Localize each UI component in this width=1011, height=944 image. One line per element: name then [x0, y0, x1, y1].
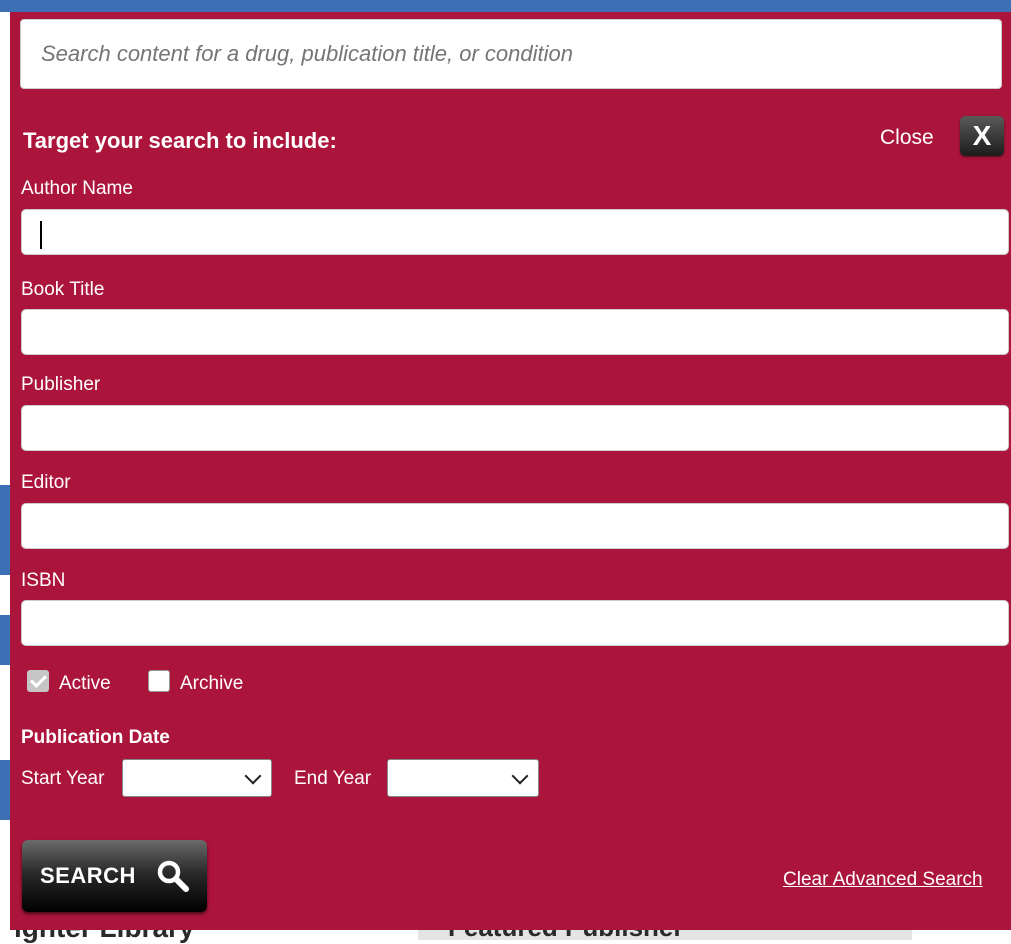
chevron-down-icon — [511, 767, 529, 785]
close-icon[interactable]: X — [960, 116, 1004, 156]
editor-label: Editor — [21, 472, 71, 493]
publication-date-heading: Publication Date — [21, 727, 170, 748]
isbn-input[interactable] — [21, 600, 1009, 646]
author-name-label: Author Name — [21, 178, 133, 199]
advanced-search-heading: Target your search to include: — [23, 128, 337, 153]
book-title-input[interactable] — [21, 309, 1009, 355]
search-button[interactable]: SEARCH — [22, 840, 207, 912]
chevron-down-icon — [244, 767, 262, 785]
isbn-label: ISBN — [21, 570, 66, 591]
background-blue-block — [0, 615, 10, 665]
book-title-label: Book Title — [21, 279, 105, 300]
publisher-input[interactable] — [21, 405, 1009, 451]
active-checkbox-label: Active — [59, 673, 111, 694]
end-year-select[interactable] — [387, 759, 539, 797]
start-year-select[interactable] — [122, 759, 272, 797]
background-blue-strip — [0, 0, 1011, 12]
archive-checkbox-label: Archive — [180, 673, 244, 694]
background-blue-block — [0, 485, 10, 575]
author-name-input[interactable] — [21, 209, 1009, 255]
background-blue-block — [0, 760, 10, 820]
clear-advanced-search-link[interactable]: Clear Advanced Search — [783, 869, 983, 891]
advanced-search-panel: Target your search to include: Close X A… — [10, 12, 1011, 930]
editor-input[interactable] — [21, 503, 1009, 549]
publisher-label: Publisher — [21, 374, 101, 395]
text-cursor — [40, 221, 42, 249]
archive-checkbox[interactable] — [148, 670, 170, 692]
active-checkbox[interactable] — [27, 670, 49, 692]
close-label[interactable]: Close — [880, 126, 934, 150]
main-search-input[interactable] — [20, 19, 1002, 89]
end-year-label: End Year — [294, 768, 372, 789]
magnifier-icon — [157, 860, 189, 892]
start-year-label: Start Year — [21, 768, 105, 789]
search-button-label: SEARCH — [40, 863, 136, 888]
